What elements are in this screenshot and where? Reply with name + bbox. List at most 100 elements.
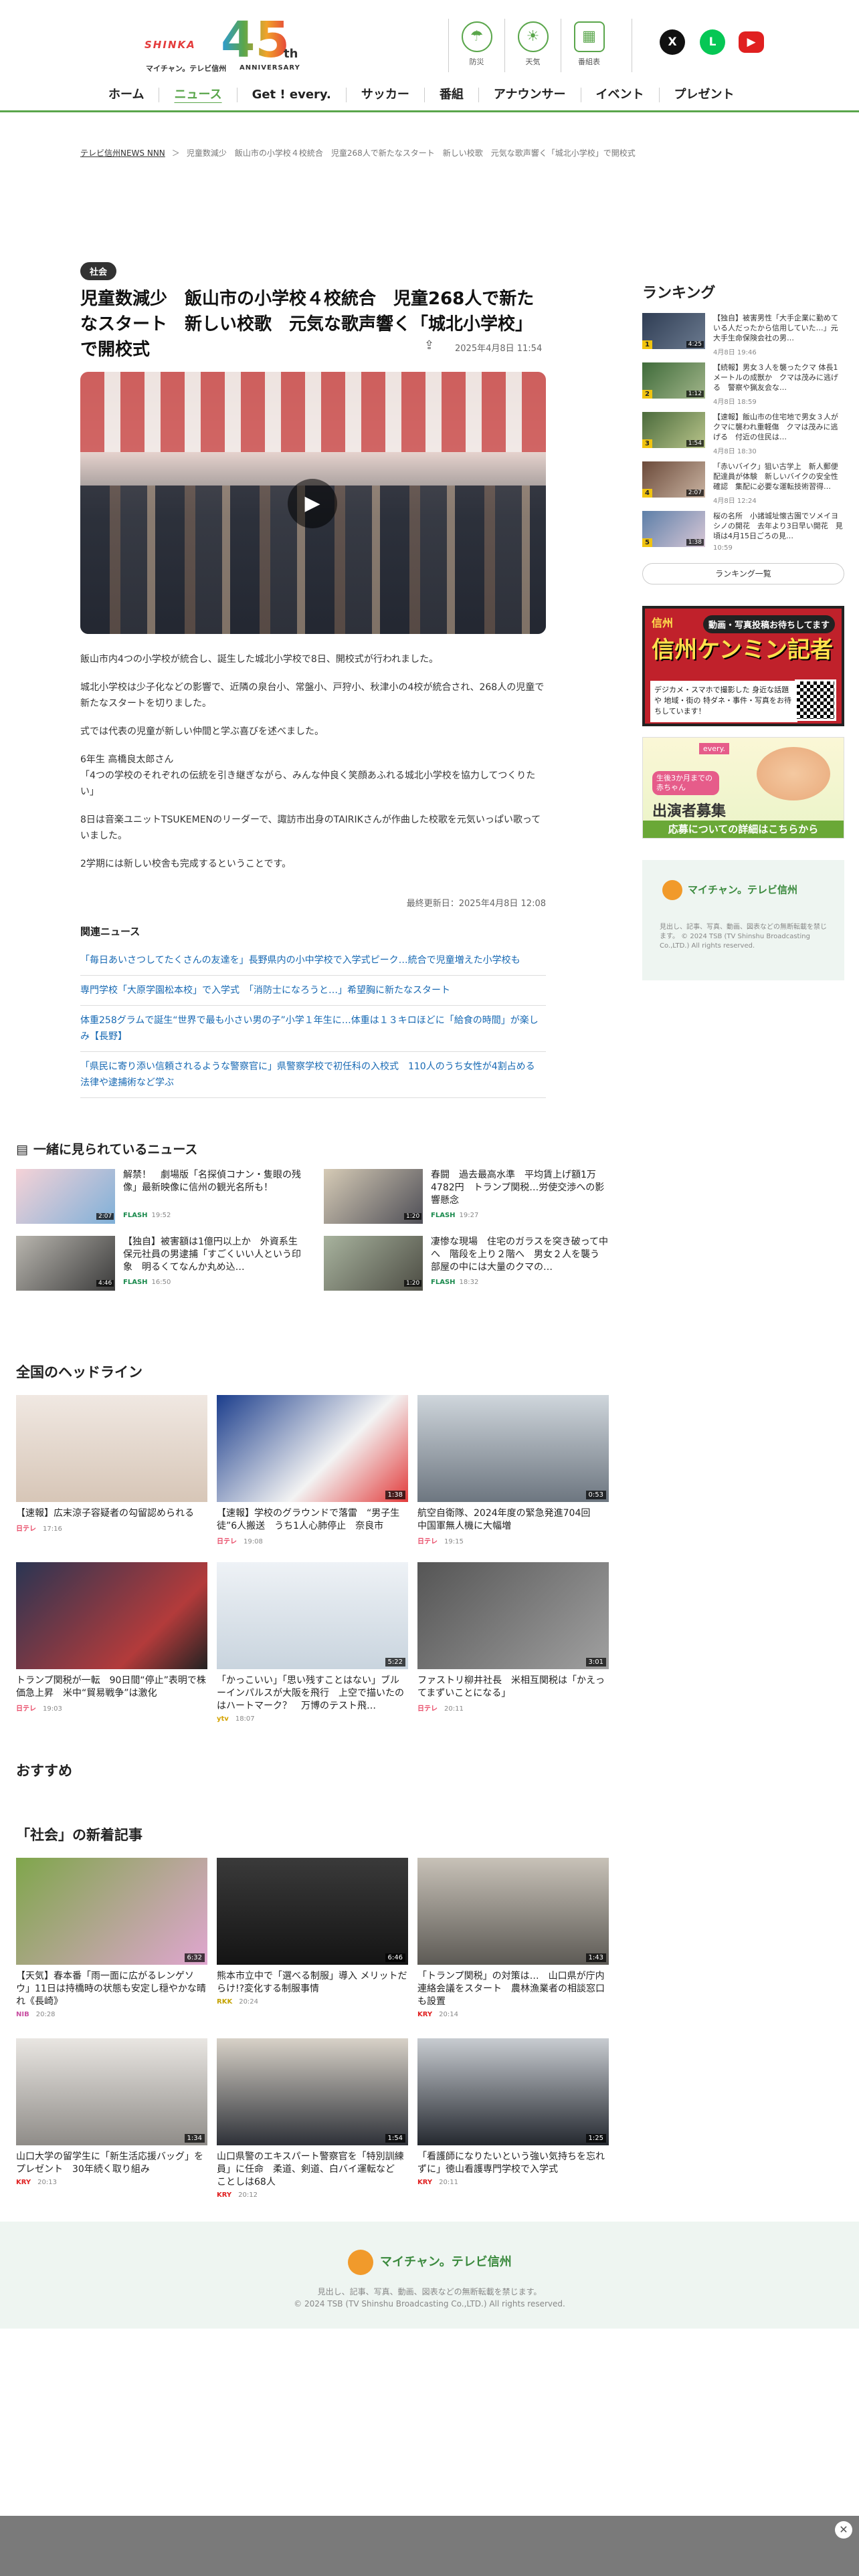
- banner-apply-button[interactable]: 応募についての詳細はこちらから: [643, 821, 844, 838]
- breadcrumb-home[interactable]: テレビ信州NEWS NNN: [80, 147, 165, 158]
- rank-number: 1: [642, 340, 652, 349]
- performer-recruit-banner[interactable]: every. 生後3か月までの赤ちゃん 出演者募集 応募についての詳細はこちらか…: [642, 737, 844, 839]
- national-thumbnail: 0:53: [417, 1395, 609, 1502]
- national-item[interactable]: 【速報】広末涼子容疑者の勾留認められる 日テレ 17:16: [16, 1395, 207, 1533]
- x-icon[interactable]: X: [660, 29, 685, 55]
- ranking-item[interactable]: 4 2:07 「赤いバイク」狙い古学上 新人郵便配達員が体験 新しいバイクの安全…: [642, 461, 844, 512]
- nav-home[interactable]: ホーム: [94, 88, 159, 102]
- footer-logo[interactable]: マイチャン。テレビ信州: [348, 2250, 512, 2275]
- breadcrumb-current: 児童数減少 飯山市の小学校４校統合 児童268人で新たなスタート 新しい校歌 元…: [186, 148, 636, 158]
- society-title: 「看護師になりたいという強い気持ちを忘れずに」徳山看護専門学校で入学式: [417, 2151, 605, 2175]
- watched-item[interactable]: 2:07 解禁！ 劇場版「名探偵コナン・隻眼の残像」最新映像に信州の観光名所も！…: [16, 1169, 304, 1226]
- society-item[interactable]: 1:54 山口県警のエキスパート警察官を「特別訓練員」に任命 柔道、剣道、白バイ…: [217, 2038, 408, 2199]
- society-item[interactable]: 1:25 「看護師になりたいという強い気持ちを忘れずに」徳山看護専門学校で入学式…: [417, 2038, 609, 2186]
- article-video[interactable]: ▶: [80, 372, 546, 634]
- national-item[interactable]: トランプ関税が一転 90日間“停止”表明で株価急上昇 米中“貿易戦争”は激化 日…: [16, 1562, 207, 1713]
- article-paragraph: 2学期には新しい校舎も完成するということです。: [80, 859, 292, 869]
- line-icon[interactable]: L: [700, 29, 725, 55]
- play-icon[interactable]: ▶: [288, 479, 337, 528]
- article-paragraph: 8日は音楽ユニットTSUKEMENのリーダーで、諏訪市出身のTAIRIKさんが作…: [80, 815, 541, 841]
- time-label: 17:16: [43, 1525, 62, 1533]
- nav-programs[interactable]: 番組: [423, 88, 478, 102]
- nav-soccer[interactable]: サッカー: [345, 88, 424, 102]
- national-title: トランプ関税が一転 90日間“停止”表明で株価急上昇 米中“貿易戦争”は激化: [16, 1675, 206, 1699]
- nav-news[interactable]: ニュース: [159, 88, 236, 102]
- national-title: 【速報】広末涼子容疑者の勾留認められる: [16, 1508, 194, 1519]
- national-meta: 日テレ 19:08: [217, 1535, 408, 1545]
- society-item[interactable]: 1:34 山口大学の留学生に「新生活応援バッグ」をプレゼント 30年続く取り組み…: [16, 2038, 207, 2186]
- youtube-icon[interactable]: ▶: [739, 31, 764, 53]
- national-meta: 日テレ 20:11: [417, 1703, 609, 1713]
- society-item[interactable]: 6:46 熊本市立中で「選べる制服」導入 メリットだらけ!?変化する制服事情 R…: [217, 1858, 408, 2006]
- article-paragraph: 飯山市内4つの小学校が統合し、誕生した城北小学校で8日、開校式が行われました。: [80, 654, 439, 665]
- ranking-item[interactable]: 2 1:12 【続報】男女３人を襲ったクマ 体長1メートルの成獣か クマは茂みに…: [642, 362, 844, 413]
- national-meta: ytv 18:07: [217, 1715, 408, 1723]
- time-label: 19:03: [43, 1705, 62, 1713]
- nav-announcer[interactable]: アナウンサー: [478, 88, 581, 102]
- national-item[interactable]: 0:53 航空自衛隊、2024年度の緊急発進704回 中国軍無人機に大幅増 日テ…: [417, 1395, 609, 1545]
- ranking-item[interactable]: 5 1:38 桜の名所 小諸城址懐古園でソメイヨシノの開花 去年より3日早い開花…: [642, 511, 844, 562]
- society-meta: KRY 20:14: [417, 2011, 609, 2018]
- video-duration: 1:20: [404, 1213, 422, 1220]
- banner-top-text: 動画・写真投稿お待ちしてます: [703, 615, 835, 633]
- share-icon[interactable]: ⇪: [424, 338, 434, 352]
- sun-icon: ☀: [517, 21, 549, 52]
- related-news-link[interactable]: 「毎日あいさつしてたくさんの友達を」長野県内の小中学校で入学式ピーク…統合で児童…: [80, 946, 546, 976]
- util-program-guide[interactable]: ▦ 番組表: [561, 19, 617, 72]
- source-label: FLASH: [123, 1279, 148, 1286]
- watched-item[interactable]: 1:20 春闘 過去最高水準 平均賃上げ額1万4782円 トランプ関税…労使交渉…: [324, 1169, 611, 1226]
- banner-badge: 信州: [652, 617, 674, 629]
- logo-45: 45: [221, 11, 290, 69]
- footer-logo-text: マイチャン。テレビ信州: [380, 2255, 512, 2269]
- nav-get-every[interactable]: Get ! every.: [236, 88, 346, 102]
- ranking-list-button[interactable]: ランキング一覧: [642, 563, 844, 584]
- kenmin-reporter-banner[interactable]: 信州 動画・写真投稿お待ちしてます 信州ケンミン記者 デジカメ・スマホで撮影した…: [642, 606, 844, 726]
- national-item[interactable]: 3:01 ファストリ柳井社長 米相互関税は「かえってまずいことになる」 日テレ 2…: [417, 1562, 609, 1713]
- ranking-item[interactable]: 3 1:54 【速報】飯山市の住宅地で男女３人がクマに襲われ重軽傷 クマは茂みに…: [642, 412, 844, 463]
- updated-date: 最終更新日：2025年4月8日 12:08: [406, 899, 546, 909]
- time-label: 19:27: [459, 1212, 479, 1219]
- ranking-thumbnail: 4 2:07: [642, 461, 705, 498]
- watched-item[interactable]: 4:46 【独自】被害額は1億円以上か 外資系生保元社員の男逮捕「すごくいい人と…: [16, 1236, 304, 1293]
- society-item[interactable]: 1:43 「トランプ関税」の対策は… 山口県が庁内連絡会議をスタート 農林漁業者…: [417, 1858, 609, 2018]
- video-duration: 4:46: [96, 1280, 114, 1287]
- nav-present[interactable]: プレゼント: [658, 88, 749, 102]
- related-news-link[interactable]: 「県民に寄り添い信頼されるような警察官に」県警察学校で初任科の入校式 110人の…: [80, 1052, 546, 1098]
- source-label: FLASH: [123, 1212, 148, 1219]
- video-duration: 1:25: [585, 2134, 606, 2143]
- national-thumbnail: [16, 1395, 207, 1502]
- related-news-link[interactable]: 専門学校「大原学園松本校」で入学式 「消防士になろうと…」希望胸に新たなスタート: [80, 976, 546, 1006]
- watched-item[interactable]: 1:20 凄惨な現場 住宅のガラスを突き破って中へ 階段を上り２階へ 男女２人を…: [324, 1236, 611, 1293]
- related-news-link[interactable]: 体重258グラムで誕生“世界で最も小さい男の子”小学１年生に…体重は１３キロほど…: [80, 1006, 546, 1052]
- video-duration: 0:53: [585, 1491, 606, 1499]
- util-weather[interactable]: ☀ 天気: [504, 19, 561, 72]
- ranking-title: 【独自】被害男性「大手企業に勤めている人だったから信用していた…」元大手生命保険…: [713, 314, 838, 342]
- footer-logo[interactable]: マイチャン。テレビ信州: [662, 880, 797, 900]
- util-disaster[interactable]: ☂ 防災: [448, 19, 504, 72]
- society-title: 山口大学の留学生に「新生活応援バッグ」をプレゼント 30年続く取り組み: [16, 2151, 203, 2175]
- society-title: 【天気】春本番「雨一面に広がるレンゲソウ」11日は持橋時の状態も安定し穏やかな晴…: [16, 1971, 206, 2007]
- close-icon[interactable]: ✕: [835, 2521, 852, 2539]
- logo-th: th: [284, 47, 298, 61]
- watched-title: 春闘 過去最高水準 平均賃上げ額1万4782円 トランプ関税…労使交渉への影響懸…: [431, 1170, 605, 1206]
- mascot-icon: [662, 880, 682, 900]
- national-item[interactable]: 5:22 「かっこいい」「思い残すことはない」ブルーインパルスが大阪を飛行 上空…: [217, 1562, 408, 1723]
- video-duration: 1:54: [385, 2134, 405, 2143]
- article-paragraph: 6年生 高橋良太郎さん 「4つの学校のそれぞれの伝統を引き継ぎながら、みんな仲良…: [80, 754, 536, 797]
- site-logo[interactable]: SHINKA 45 th マイチャン。テレビ信州 ANNIVERSARY: [142, 13, 309, 75]
- rank-number: 4: [642, 489, 652, 498]
- source-label: NIB: [16, 2011, 29, 2018]
- video-backdrop: [80, 372, 546, 452]
- national-item[interactable]: 1:38 【速報】学校のグラウンドで落雷 “男子生徒”6人搬送 うち1人心肺停止…: [217, 1395, 408, 1545]
- ranking-item[interactable]: 1 4:25 【独自】被害男性「大手企業に勤めている人だったから信用していた…」…: [642, 313, 844, 364]
- nav-events[interactable]: イベント: [580, 88, 659, 102]
- ranking-time: 4月8日 18:59: [713, 399, 757, 406]
- banner-description: デジカメ・スマホで撮影した 身近な話題や 地域・街の 特ダネ・事件・写真をお待ち…: [650, 681, 797, 722]
- rank-number: 5: [642, 538, 652, 547]
- time-label: 19:52: [151, 1212, 171, 1219]
- ranking-title: 【続報】男女３人を襲ったクマ 体長1メートルの成獣か クマは茂みに逃げる 警察や…: [713, 363, 838, 392]
- related-news-list: 「毎日あいさつしてたくさんの友達を」長野県内の小中学校で入学式ピーク…統合で児童…: [80, 946, 546, 1098]
- society-item[interactable]: 6:32 【天気】春本番「雨一面に広がるレンゲソウ」11日は持橋時の状態も安定し…: [16, 1858, 207, 2018]
- category-badge[interactable]: 社会: [80, 262, 117, 280]
- mascot-icon: [348, 2250, 373, 2275]
